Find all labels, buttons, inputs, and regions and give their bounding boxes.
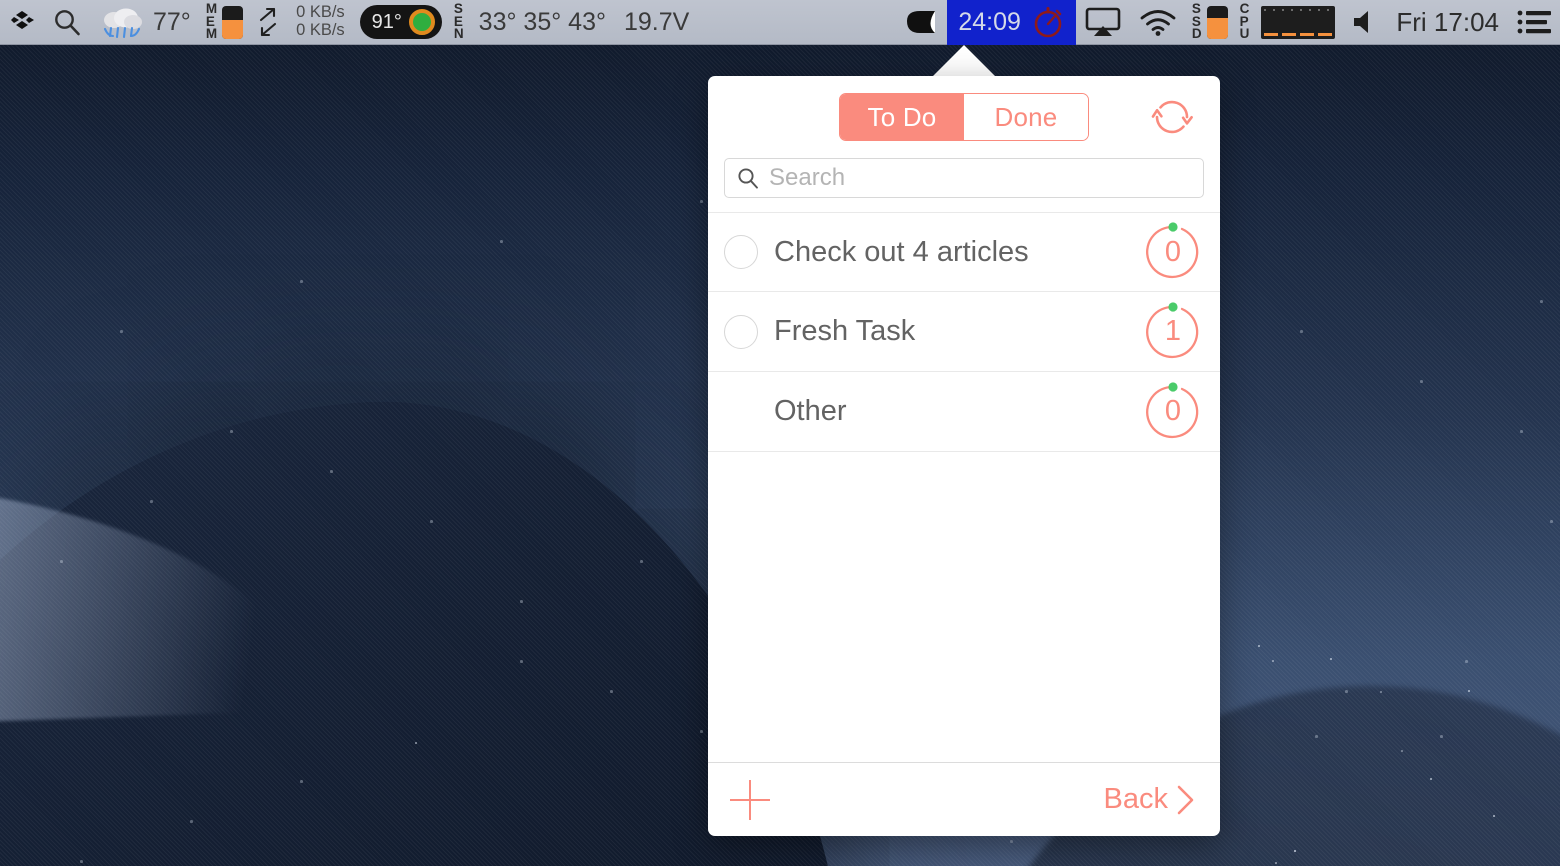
task-progress-ring: 0 — [1142, 221, 1204, 283]
gpu-temp-pill[interactable]: 91° — [354, 0, 448, 45]
task-list: Check out 4 articles 0 Fresh Task 1 Other 0 — [708, 212, 1220, 762]
clock[interactable]: Fri 17:04 — [1387, 0, 1508, 45]
add-task-button[interactable] — [730, 779, 770, 820]
search-box[interactable] — [724, 158, 1204, 198]
sensors-label: SEN — [453, 1, 464, 42]
gpu-temp-pill: 91° — [359, 5, 442, 39]
notification-center-icon — [1517, 10, 1551, 34]
volume-icon[interactable] — [1341, 0, 1387, 45]
ssd-indicator-gauge — [1206, 5, 1228, 39]
task-count: 0 — [1164, 235, 1182, 268]
task-progress-ring: 1 — [1142, 301, 1204, 363]
volume-icon — [1354, 11, 1369, 33]
ssd-indicator[interactable]: SSD — [1186, 0, 1234, 45]
popover-arrow — [933, 45, 995, 76]
search-icon — [738, 168, 758, 189]
spotlight-search-icon — [55, 10, 80, 36]
sync-refresh-icon[interactable] — [1144, 89, 1200, 145]
memory-indicator-gauge — [222, 5, 244, 39]
gpu-load-dial — [408, 9, 435, 35]
cpu-history-graph[interactable] — [1255, 0, 1341, 45]
weather-widget[interactable]: 77° — [90, 0, 200, 45]
weather-temp: 77° — [153, 7, 191, 36]
task-title: Other — [774, 395, 847, 427]
network-speed-icon[interactable] — [249, 0, 287, 45]
network-arrows-icon — [260, 7, 277, 37]
wifi-icon[interactable] — [1130, 0, 1186, 45]
dropbox-icon — [11, 11, 34, 29]
notification-center-icon[interactable] — [1508, 0, 1560, 45]
rain-cloud-icon — [103, 8, 142, 39]
popover-header: To Do Done — [708, 76, 1220, 158]
airplay-icon — [1085, 7, 1121, 36]
popover-footer: Back — [708, 762, 1220, 836]
menu-bar: 77° M E M 0 KB/s 0 KB/s 91° S E N 33° 35° 43° 19.7V… — [0, 0, 1560, 45]
search-container — [708, 158, 1220, 212]
timer-indicator[interactable]: 24:09 — [947, 0, 1076, 45]
net-down: 0 KB/s — [296, 21, 345, 39]
back-button[interactable]: Back — [1104, 783, 1198, 817]
sensors-label: SEN — [448, 0, 470, 45]
todo-popover: To Do Done Search Check out 4 articles 0… — [708, 45, 1220, 836]
back-button-label: Back — [1103, 783, 1168, 815]
memory-indicator[interactable]: MEM — [200, 0, 249, 45]
sensor-temps: 33° 35° 43° — [478, 7, 606, 36]
net-up: 0 KB/s — [296, 3, 345, 22]
tab-done[interactable]: Done — [964, 94, 1088, 140]
chevron-right-icon — [1177, 785, 1194, 814]
bluetooth-mouse-icon — [907, 11, 936, 33]
gpu-temp-value: 91° — [371, 10, 402, 33]
cpu-label: CPU — [1234, 0, 1256, 45]
stopwatch-icon — [1034, 7, 1062, 38]
voltage-readout: 19.7V — [615, 0, 698, 45]
view-segmented-control[interactable]: To Do Done — [839, 93, 1089, 141]
clock-label: Fri 17:04 — [1396, 6, 1499, 37]
wifi-icon — [1140, 10, 1176, 36]
voltage-readout: 19.7V — [623, 7, 690, 36]
network-throughput: 0 KB/s 0 KB/s — [296, 3, 345, 40]
task-checkbox[interactable] — [724, 314, 758, 349]
airplay-icon[interactable] — [1076, 0, 1130, 45]
tab-todo[interactable]: To Do — [840, 94, 964, 140]
task-checkbox[interactable] — [724, 235, 758, 269]
cpu-history-graph — [1261, 5, 1336, 39]
task-row[interactable]: Fresh Task 1 — [708, 292, 1220, 372]
task-title: Fresh Task — [774, 315, 916, 347]
task-count: 1 — [1164, 315, 1182, 347]
task-count: 0 — [1164, 395, 1182, 427]
timer-value: 24:09 — [958, 7, 1021, 36]
dropbox-icon[interactable] — [0, 0, 44, 45]
ssd-indicator-label: SSD — [1191, 1, 1202, 42]
task-row[interactable]: Check out 4 articles 0 — [708, 212, 1220, 292]
spotlight-search-icon[interactable] — [44, 0, 90, 45]
cpu-label: CPU — [1239, 1, 1250, 42]
memory-indicator-label: MEM — [205, 1, 218, 42]
search-input[interactable] — [769, 164, 1191, 192]
network-throughput[interactable]: 0 KB/s 0 KB/s — [287, 0, 354, 45]
task-row[interactable]: Other 0 — [708, 372, 1220, 452]
task-progress-ring: 0 — [1142, 381, 1204, 443]
sensor-temps: 33° 35° 43° — [470, 0, 615, 45]
bluetooth-battery-icon[interactable] — [895, 0, 947, 45]
task-title: Check out 4 articles — [774, 235, 1029, 268]
